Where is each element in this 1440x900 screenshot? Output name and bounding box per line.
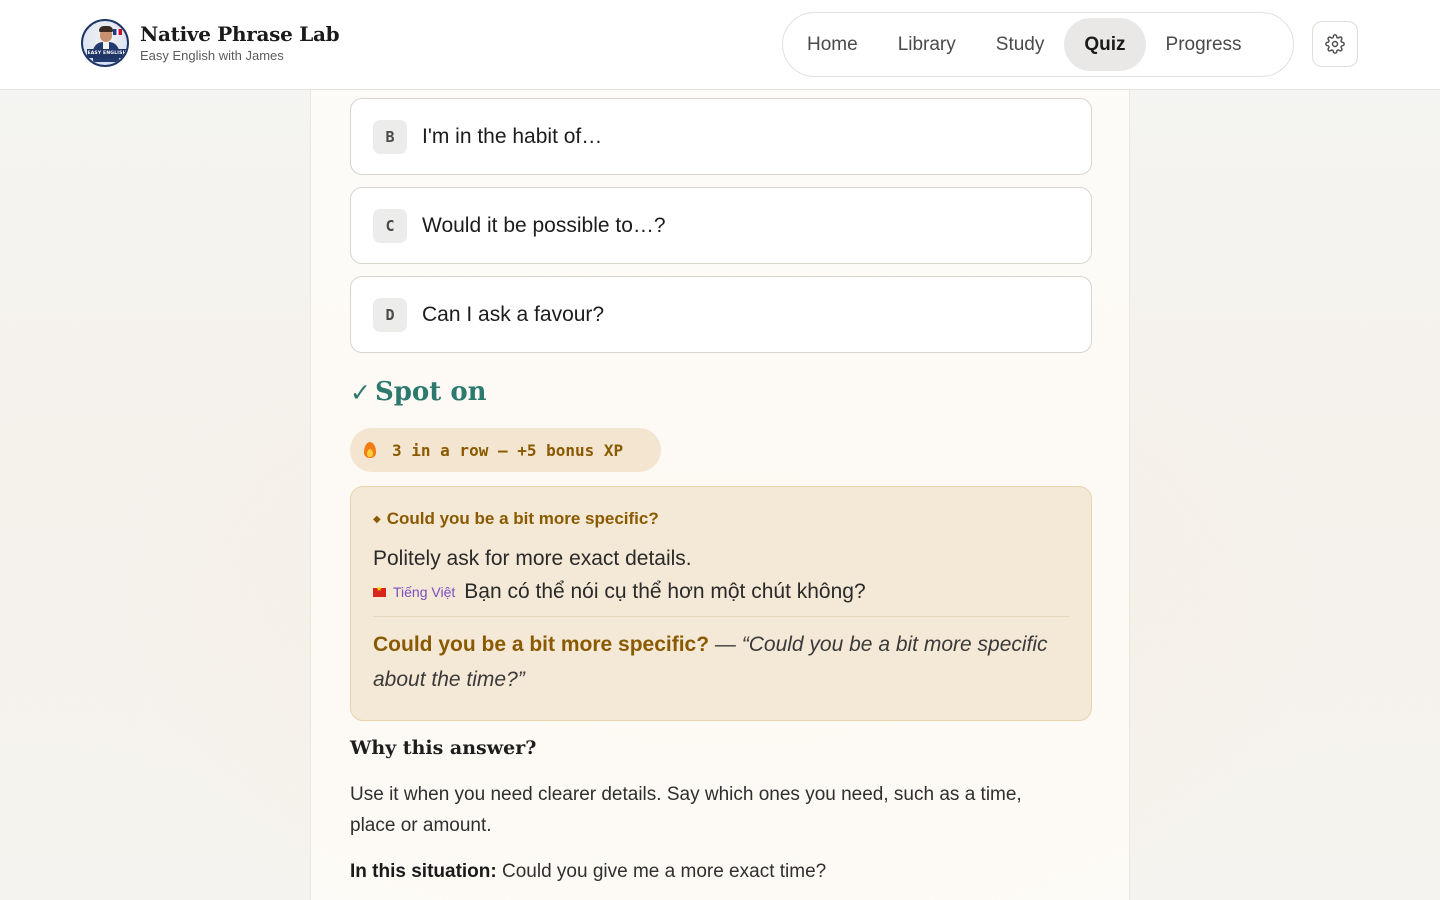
top-bar: EASY ENGLISH Native Phrase Lab Easy Engl… bbox=[0, 0, 1440, 90]
nav-library[interactable]: Library bbox=[878, 18, 976, 71]
streak-text: 3 in a row — +5 bonus XP bbox=[392, 440, 624, 460]
answer-option-b[interactable]: B I'm in the habit of… bbox=[350, 98, 1092, 175]
brand-subtitle: Easy English with James bbox=[140, 48, 284, 63]
translation-row: Tiếng Việt Bạn có thể nói cụ thể hơn một… bbox=[373, 580, 1069, 617]
situation-label: In this situation: bbox=[350, 861, 497, 882]
nav-home[interactable]: Home bbox=[787, 18, 878, 71]
settings-button[interactable] bbox=[1312, 21, 1358, 67]
vietnam-flag-icon bbox=[373, 585, 386, 597]
nav-quiz[interactable]: Quiz bbox=[1064, 18, 1146, 71]
quiz-card: B I'm in the habit of… C Would it be pos… bbox=[310, 89, 1130, 900]
option-letter: D bbox=[373, 297, 407, 332]
gear-icon bbox=[1325, 34, 1345, 54]
option-text: I'm in the habit of… bbox=[422, 124, 603, 148]
main-nav: Home Library Study Quiz Progress bbox=[782, 12, 1294, 77]
check-icon: ✓ bbox=[350, 377, 371, 407]
translation-language: Tiếng Việt bbox=[393, 584, 456, 600]
example-phrase: Could you be a bit more specific? bbox=[373, 633, 710, 656]
diamond-icon: ◆ bbox=[373, 513, 381, 525]
avatar-badge: EASY ENGLISH bbox=[87, 49, 127, 58]
avatar: EASY ENGLISH bbox=[81, 19, 129, 67]
brand[interactable]: EASY ENGLISH Native Phrase Lab Easy Engl… bbox=[81, 19, 340, 67]
phrase-heading: ◆ Could you be a bit more specific? bbox=[373, 509, 1069, 529]
example-separator: — bbox=[709, 633, 742, 656]
phrase-title: Could you be a bit more specific? bbox=[386, 509, 659, 528]
streak-badge: 3 in a row — +5 bonus XP bbox=[350, 428, 661, 472]
uk-flag-icon bbox=[113, 29, 122, 35]
situation-line: In this situation: Could you give me a m… bbox=[350, 861, 826, 883]
option-text: Would it be possible to…? bbox=[422, 213, 666, 237]
answer-option-c[interactable]: C Would it be possible to…? bbox=[350, 187, 1092, 264]
option-letter: C bbox=[373, 208, 407, 243]
option-letter: B bbox=[373, 119, 407, 154]
nav-study[interactable]: Study bbox=[976, 18, 1065, 71]
translation-text: Bạn có thể nói cụ thể hơn một chút không… bbox=[464, 580, 866, 603]
answer-option-d[interactable]: D Can I ask a favour? bbox=[350, 276, 1092, 353]
why-heading: Why this answer? bbox=[350, 737, 537, 759]
phrase-meaning: Politely ask for more exact details. bbox=[373, 547, 692, 570]
nav-progress[interactable]: Progress bbox=[1146, 18, 1262, 71]
flame-icon bbox=[364, 442, 376, 458]
result-label: Spot on bbox=[374, 377, 487, 407]
brand-title: Native Phrase Lab bbox=[140, 22, 340, 46]
result-feedback: ✓ Spot on bbox=[350, 377, 487, 407]
why-explanation: Use it when you need clearer details. Sa… bbox=[350, 784, 1022, 836]
option-text: Can I ask a favour? bbox=[422, 302, 605, 326]
example-sentence: Could you be a bit more specific? — “Cou… bbox=[373, 627, 1069, 697]
situation-text: Could you give me a more exact time? bbox=[502, 861, 827, 882]
phrase-explanation-card: ◆ Could you be a bit more specific? Poli… bbox=[350, 486, 1092, 721]
